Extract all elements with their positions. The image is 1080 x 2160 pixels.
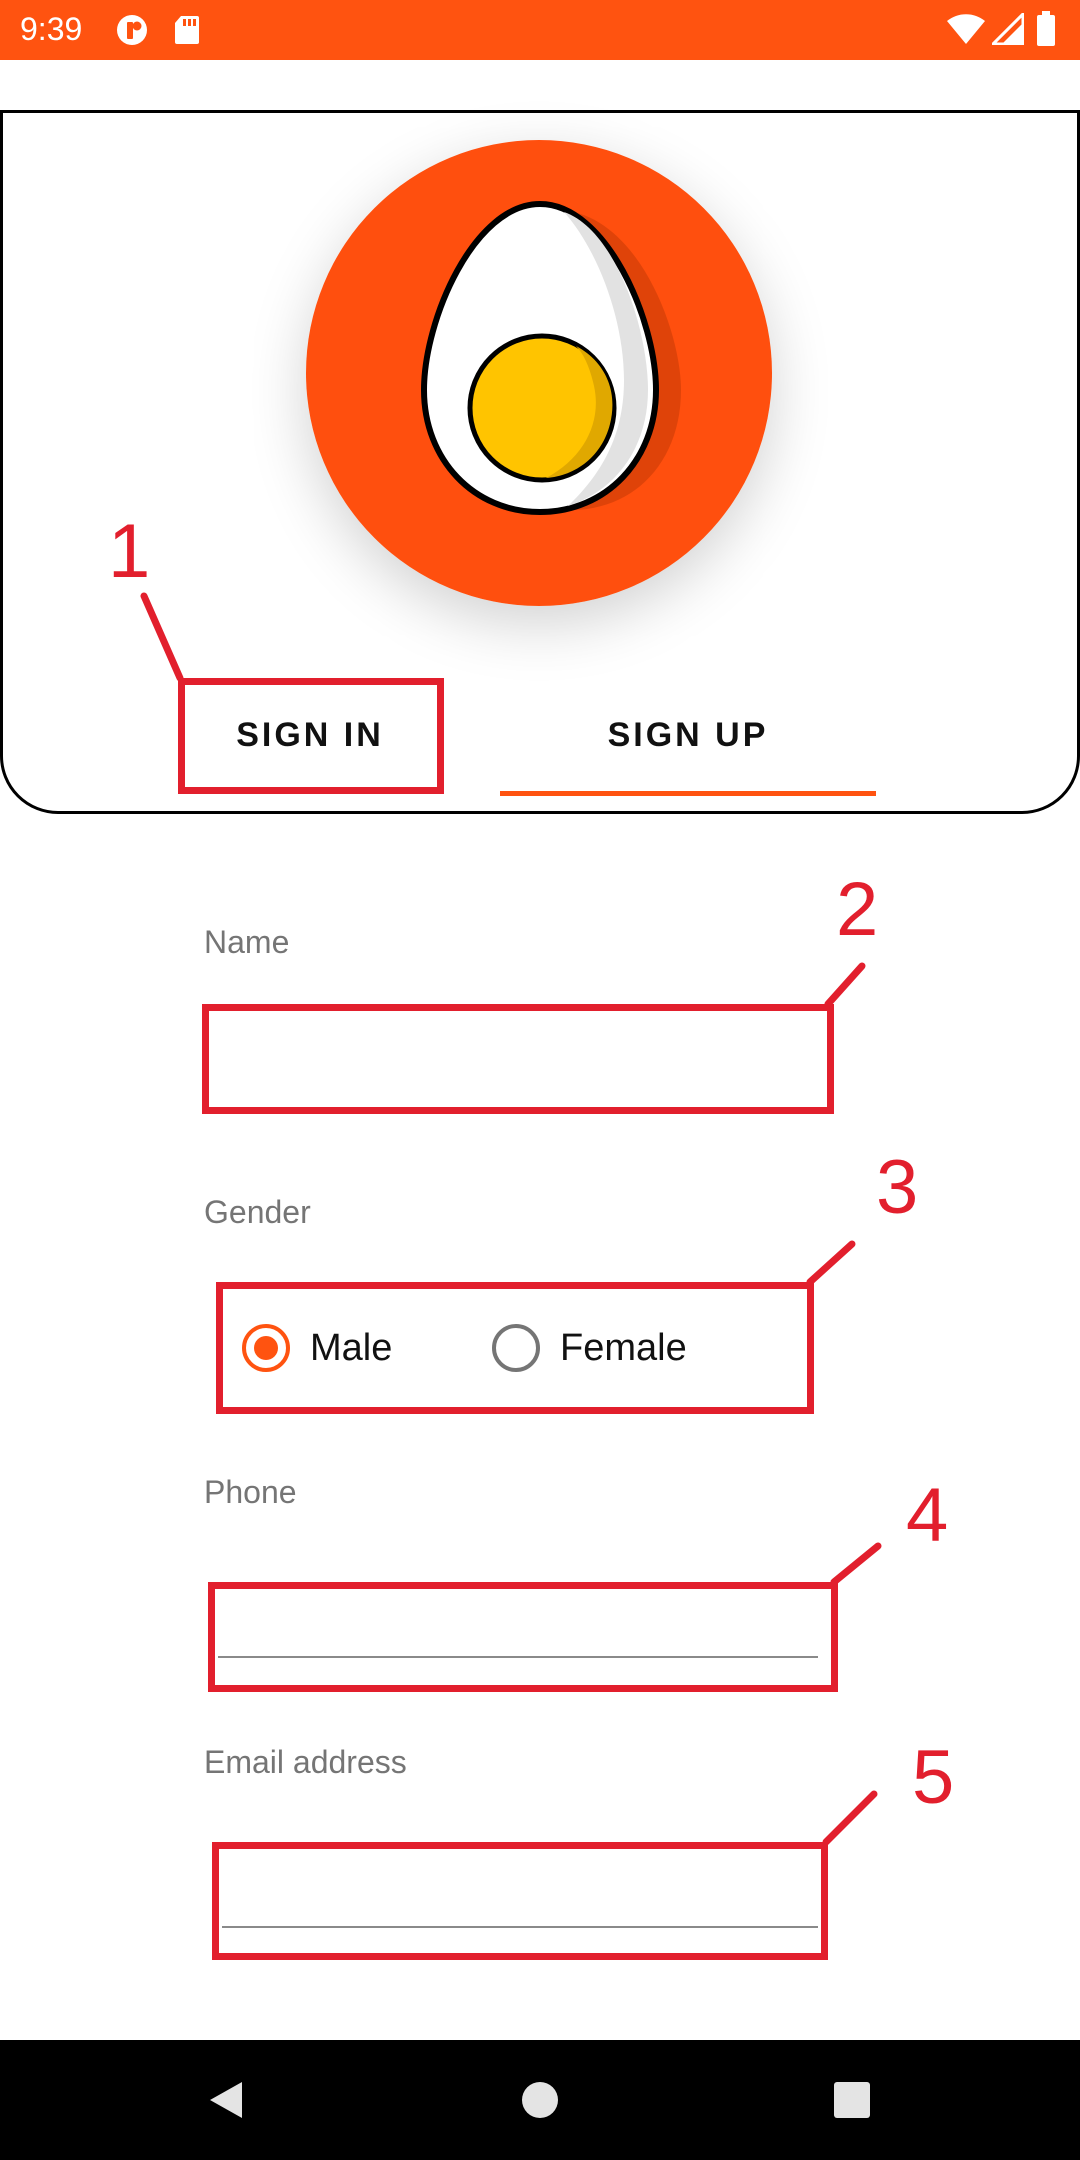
annotation-box-5: [212, 1842, 828, 1960]
annotation-box-4: [208, 1582, 838, 1692]
annotation-box-1: [178, 678, 444, 794]
email-label: Email address: [204, 1744, 407, 1780]
recents-button[interactable]: [792, 2040, 912, 2160]
back-icon: [210, 2082, 242, 2118]
home-icon: [522, 2082, 558, 2118]
annotation-number-2: 2: [836, 867, 879, 952]
status-time: 9:39: [20, 11, 83, 47]
battery-icon: [1036, 11, 1056, 52]
tab-selected-indicator: [500, 791, 876, 796]
tab-sign-up[interactable]: SIGN UP: [500, 670, 876, 800]
back-button[interactable]: [166, 2040, 286, 2160]
annotation-number-4: 4: [906, 1473, 949, 1558]
gender-label: Gender: [204, 1194, 311, 1230]
sd-card-icon: [174, 15, 200, 50]
egg-logo-icon: [306, 140, 772, 606]
sign-up-screen: 9:39 SIGN IN SIGN UP Name Gender Male Fe…: [0, 0, 1080, 2160]
annotation-box-2: [202, 1004, 834, 1114]
status-bar: 9:39: [0, 0, 1080, 60]
wifi-icon: [946, 13, 986, 50]
tab-sign-up-label: SIGN UP: [607, 715, 769, 754]
name-label: Name: [204, 924, 290, 960]
recents-icon: [834, 2082, 870, 2118]
annotation-box-3: [216, 1282, 814, 1414]
cell-signal-icon: [989, 10, 1025, 50]
system-navigation-bar: [0, 2040, 1080, 2160]
annotation-number-1: 1: [108, 509, 151, 594]
phone-label: Phone: [204, 1474, 297, 1510]
home-button[interactable]: [480, 2040, 600, 2160]
annotation-number-5: 5: [912, 1735, 955, 1820]
app-notification-icon: [116, 14, 152, 51]
annotation-number-3: 3: [876, 1145, 919, 1230]
